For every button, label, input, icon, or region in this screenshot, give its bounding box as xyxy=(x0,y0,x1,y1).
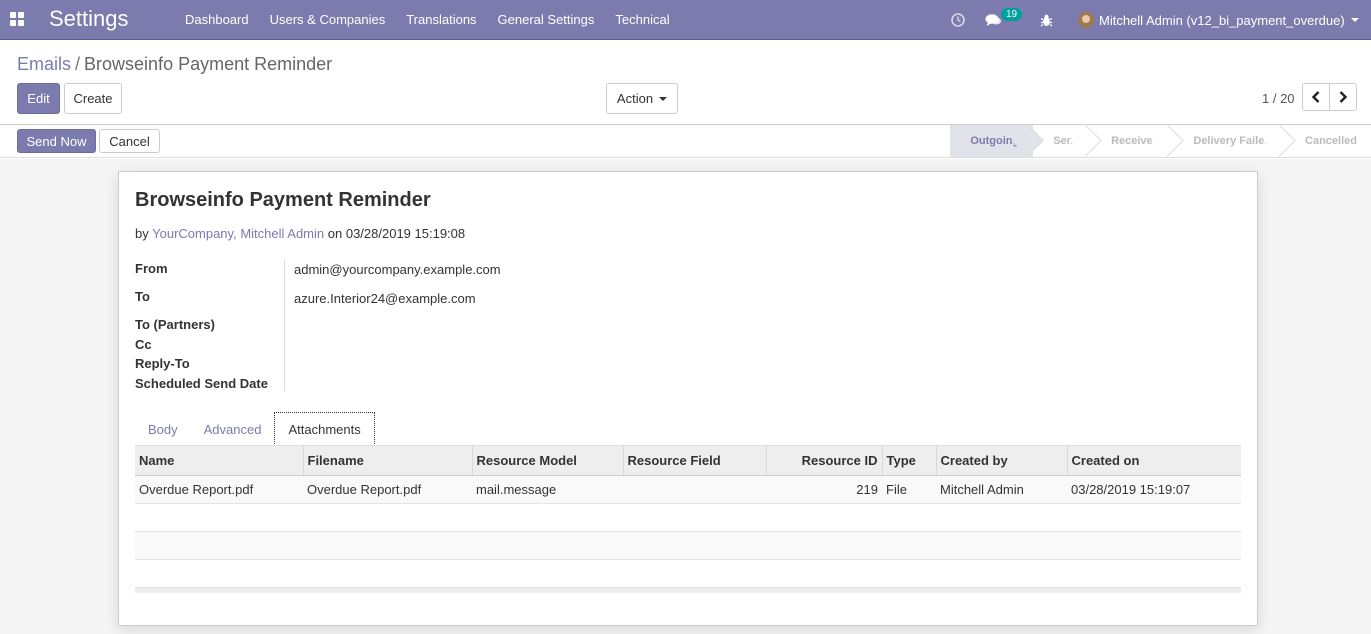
action-label: Action xyxy=(616,91,654,106)
cell-resource-id: 219 xyxy=(766,475,882,504)
to-partners-label: To (Partners) xyxy=(135,317,215,332)
avatar xyxy=(1078,12,1094,28)
record-title: Browseinfo Payment Reminder xyxy=(135,189,431,211)
apps-grid-icon[interactable] xyxy=(10,12,24,26)
menu-item-translations[interactable]: Translations xyxy=(406,12,476,27)
cancel-button[interactable]: Cancel xyxy=(99,129,160,153)
byline-user-link[interactable]: Mitchell Admin xyxy=(240,226,324,241)
cell-filename: Overdue Report.pdf xyxy=(303,475,472,504)
byline-date: 03/28/2019 15:19:08 xyxy=(345,226,466,241)
column-header-resource-field[interactable]: Resource Field xyxy=(622,446,766,476)
cell-resource-model: mail.message xyxy=(472,475,623,504)
attachments-table: Name Filename Resource Model Resource Fi… xyxy=(135,446,1241,593)
table-header-row: Name Filename Resource Model Resource Fi… xyxy=(135,446,1241,476)
create-button[interactable]: Create xyxy=(64,83,122,114)
cell-resource-field xyxy=(623,475,766,504)
tab-attachments[interactable]: Attachments xyxy=(274,412,375,446)
table-footer xyxy=(135,587,1241,593)
edit-button[interactable]: Edit xyxy=(17,83,60,114)
breadcrumb-emails-link[interactable]: Emails xyxy=(17,54,71,74)
cc-label: Cc xyxy=(135,337,152,352)
to-label: To xyxy=(135,289,150,304)
debug-bug-icon[interactable] xyxy=(1040,0,1053,40)
stage-delivery-failed[interactable]: Delivery Failed xyxy=(1173,125,1286,157)
table-empty-row xyxy=(135,531,1241,560)
chevron-left-icon xyxy=(1311,91,1320,103)
from-value: admin@yourcompany.example.com xyxy=(294,262,501,277)
byline-company-link[interactable]: YourCompany, xyxy=(152,226,237,241)
menu-item-dashboard[interactable]: Dashboard xyxy=(185,12,249,27)
menu-item-users-companies[interactable]: Users & Companies xyxy=(270,12,386,27)
chevron-right-icon xyxy=(1339,91,1348,103)
activity-clock-icon[interactable] xyxy=(951,0,965,40)
cell-created-on: 03/28/2019 15:19:07 xyxy=(1067,475,1241,504)
table-empty-row xyxy=(135,503,1241,532)
pager-value[interactable]: 1 / 20 xyxy=(1262,91,1295,106)
main-menu: Dashboard Users & Companies Translations… xyxy=(185,12,691,27)
column-header-name[interactable]: Name xyxy=(135,446,303,476)
record-byline: by YourCompany, Mitchell Admin on 03/28/… xyxy=(135,226,465,241)
chevron-down-icon xyxy=(1350,18,1359,22)
form-statusbar: Send Now Cancel Outgoing Sent Received D… xyxy=(0,125,1371,158)
stage-outgoing[interactable]: Outgoing xyxy=(950,125,1034,157)
table-row[interactable]: Overdue Report.pdf Overdue Report.pdf ma… xyxy=(135,475,1241,504)
pager-previous-button[interactable] xyxy=(1302,83,1330,111)
chevron-down-icon xyxy=(659,96,668,101)
column-header-type[interactable]: Type xyxy=(881,446,936,476)
column-header-resource-model[interactable]: Resource Model xyxy=(471,446,623,476)
from-label: From xyxy=(135,261,168,276)
chat-count-badge: 19 xyxy=(1001,8,1023,21)
breadcrumb-separator: / xyxy=(75,54,81,74)
byline-on: on xyxy=(327,226,343,241)
stage-cancelled[interactable]: Cancelled xyxy=(1285,125,1371,157)
tab-body[interactable]: Body xyxy=(135,412,191,446)
user-name: Mitchell Admin (v12_bi_payment_overdue) xyxy=(1099,12,1345,28)
stage-received[interactable]: Received xyxy=(1091,125,1174,157)
form-sheet: Browseinfo Payment Reminder by YourCompa… xyxy=(118,171,1258,626)
cell-name: Overdue Report.pdf xyxy=(135,475,303,504)
notebook-tabs: Body Advanced Attachments xyxy=(135,412,375,446)
menu-item-general-settings[interactable]: General Settings xyxy=(498,12,595,27)
top-navbar: Settings Dashboard Users & Companies Tra… xyxy=(0,0,1371,40)
cell-created-by: Mitchell Admin xyxy=(936,475,1067,504)
control-panel: Emails / Browseinfo Payment Reminder Edit … xyxy=(0,41,1371,125)
column-header-created-on[interactable]: Created on xyxy=(1066,446,1241,476)
table-empty-row xyxy=(135,559,1241,588)
pager-next-button[interactable] xyxy=(1329,83,1357,111)
scheduled-send-date-label: Scheduled Send Date xyxy=(135,376,268,391)
byline-by: by xyxy=(135,226,149,241)
tab-advanced[interactable]: Advanced xyxy=(191,412,275,446)
column-header-filename[interactable]: Filename xyxy=(302,446,472,476)
breadcrumb: Emails / Browseinfo Payment Reminder xyxy=(17,54,332,75)
chat-bubbles-icon[interactable] xyxy=(985,0,1002,40)
column-header-resource-id[interactable]: Resource ID xyxy=(765,446,882,476)
send-now-button[interactable]: Send Now xyxy=(17,129,96,153)
action-dropdown-button[interactable]: Action xyxy=(606,83,678,114)
field-divider xyxy=(284,259,285,391)
column-header-created-by[interactable]: Created by xyxy=(935,446,1067,476)
cell-type: File xyxy=(882,475,936,504)
menu-item-technical[interactable]: Technical xyxy=(615,12,669,27)
app-title: Settings xyxy=(49,6,129,31)
status-stages: Outgoing Sent Received Delivery Failed C… xyxy=(950,125,1371,157)
to-value: azure.Interior24@example.com xyxy=(294,291,476,306)
breadcrumb-current: Browseinfo Payment Reminder xyxy=(84,54,333,74)
user-menu[interactable]: Mitchell Admin (v12_bi_payment_overdue) xyxy=(1078,0,1359,40)
reply-to-label: Reply-To xyxy=(135,356,190,371)
